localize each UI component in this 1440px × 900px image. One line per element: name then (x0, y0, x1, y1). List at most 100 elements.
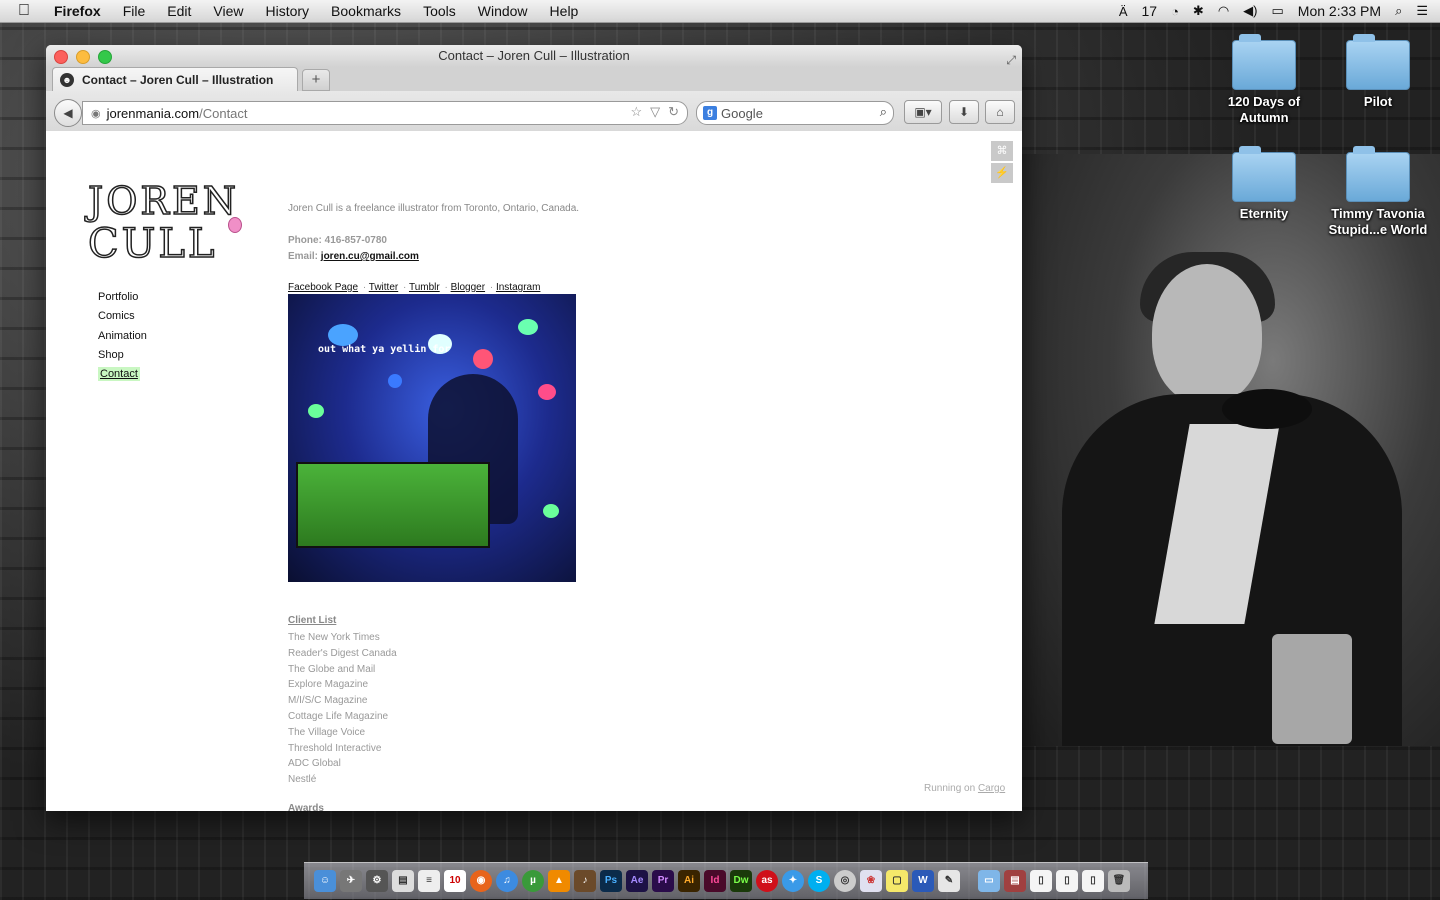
illustrator-icon[interactable]: Ai (678, 870, 700, 892)
window-titlebar[interactable]: Contact – Joren Cull – Illustration ⤢ (46, 45, 1022, 67)
photoshop-icon[interactable]: Ps (600, 870, 622, 892)
finder-icon[interactable]: ☺ (314, 870, 336, 892)
nav-portfolio[interactable]: Portfolio (98, 289, 147, 308)
blogger-link[interactable]: Blogger (451, 282, 485, 293)
notification-center-icon[interactable]: ☰ (1416, 3, 1428, 19)
downloads-button[interactable]: ⬇ (949, 100, 979, 124)
itunes-icon[interactable]: ♫ (496, 870, 518, 892)
nav-contact[interactable]: Contact (98, 366, 147, 385)
lastfm-icon[interactable]: as (756, 870, 778, 892)
nav-link[interactable]: Animation (98, 330, 147, 342)
nav-link[interactable]: Shop (98, 349, 124, 361)
notes-icon[interactable]: ≡ (418, 870, 440, 892)
zoom-button[interactable] (98, 50, 112, 64)
nav-link[interactable]: Portfolio (98, 291, 138, 303)
home-button[interactable]: ⌂ (985, 100, 1015, 124)
photos-icon[interactable]: ❀ (860, 870, 882, 892)
site-logo[interactable]: JOREN CULL (87, 178, 248, 271)
menu-window[interactable]: Window (478, 3, 528, 19)
desktop-folder-120-days[interactable]: 120 Days of Autumn (1209, 34, 1319, 126)
trash-icon[interactable]: 🗑 (1108, 870, 1130, 892)
browser-window: Contact – Joren Cull – Illustration ⤢ ☻ … (46, 45, 1022, 811)
nav-link-active[interactable]: Contact (98, 367, 140, 382)
page-side-tools: ⌘ ⚡ (991, 141, 1013, 185)
nav-comics[interactable]: Comics (98, 308, 147, 327)
karaoke-screen (296, 462, 490, 548)
menu-app-name[interactable]: Firefox (54, 3, 101, 19)
utorrent-icon[interactable]: µ (522, 870, 544, 892)
menu-tools[interactable]: Tools (423, 3, 456, 19)
close-button[interactable] (54, 50, 68, 64)
facebook-link[interactable]: Facebook Page (288, 282, 358, 293)
reload-icon[interactable]: ↻ (668, 104, 679, 120)
folder-icon (1346, 146, 1410, 202)
url-bar[interactable]: ◉ jorenmania.com /Contact ☆ ▽ ↻ (82, 101, 688, 125)
input-menu-icon[interactable]: Ä (1119, 4, 1128, 19)
bluetooth-icon[interactable]: ✱ (1193, 3, 1204, 19)
indesign-icon[interactable]: Id (704, 870, 726, 892)
document-icon[interactable]: ▯ (1082, 870, 1104, 892)
script-editor-icon[interactable]: ✎ (938, 870, 960, 892)
back-button[interactable]: ◀ (54, 99, 82, 127)
guitar-icon[interactable]: ♪ (574, 870, 596, 892)
nav-link[interactable]: Comics (98, 310, 135, 322)
menu-edit[interactable]: Edit (167, 3, 191, 19)
word-icon[interactable]: W (912, 870, 934, 892)
stack-icon[interactable]: ▤ (1004, 870, 1026, 892)
calendar-icon[interactable]: 10 (444, 870, 466, 892)
new-tab-button[interactable]: + (302, 69, 330, 91)
desktop-folder-pilot[interactable]: Pilot (1323, 34, 1433, 110)
search-bar[interactable]: g Google ⌕ (696, 101, 894, 125)
menu-file[interactable]: File (123, 3, 146, 19)
vlc-icon[interactable]: ▲ (548, 870, 570, 892)
menu-view[interactable]: View (213, 3, 243, 19)
document-icon[interactable]: ▯ (1030, 870, 1052, 892)
dreamweaver-icon[interactable]: Dw (730, 870, 752, 892)
firefox-icon[interactable]: ◉ (470, 870, 492, 892)
cargo-link[interactable]: Cargo (978, 783, 1005, 794)
bookmarks-menu-button[interactable]: ▣▾ (904, 100, 942, 124)
volume-icon[interactable]: ◀) (1243, 3, 1257, 19)
search-engine-icon[interactable]: g (703, 106, 717, 120)
tab-contact[interactable]: ☻ Contact – Joren Cull – Illustration (52, 67, 298, 92)
spotlight-icon[interactable]: ⌕ (1395, 3, 1402, 19)
search-icon[interactable]: ⌕ (880, 104, 887, 120)
nav-shop[interactable]: Shop (98, 347, 147, 366)
system-preferences-icon[interactable]: ⚙ (366, 870, 388, 892)
apple-menu-icon[interactable]:  (18, 3, 34, 19)
premiere-icon[interactable]: Pr (652, 870, 674, 892)
document-icon[interactable]: ▯ (1056, 870, 1078, 892)
skype-icon[interactable]: S (808, 870, 830, 892)
nav-animation[interactable]: Animation (98, 328, 147, 347)
status-counter[interactable]: 17 (1141, 3, 1157, 19)
menu-bookmarks[interactable]: Bookmarks (331, 3, 401, 19)
battery-icon[interactable]: ▭ (1272, 3, 1284, 19)
menu-help[interactable]: Help (550, 3, 579, 19)
history-dropdown-icon[interactable]: ▽ (650, 104, 660, 120)
instagram-link[interactable]: Instagram (496, 282, 540, 293)
menu-clock[interactable]: Mon 2:33 PM (1298, 3, 1381, 19)
tumblr-link[interactable]: Tumblr (409, 282, 440, 293)
dvd-player-icon[interactable]: ◎ (834, 870, 856, 892)
bookmark-star-icon[interactable]: ☆ (630, 104, 642, 120)
desktop-folder-eternity[interactable]: Eternity (1209, 146, 1319, 222)
email-link[interactable]: joren.cu@gmail.com (321, 251, 419, 262)
launchpad-icon[interactable]: ✈ (340, 870, 362, 892)
applications-folder-icon[interactable]: ▭ (978, 870, 1000, 892)
keyboard-shortcut-icon[interactable]: ⌘ (991, 141, 1013, 161)
lightning-icon[interactable]: ⚡ (991, 163, 1013, 183)
safari-icon[interactable]: ✦ (782, 870, 804, 892)
menu-history[interactable]: History (265, 3, 309, 19)
time-machine-icon[interactable]: ◔ (1171, 4, 1179, 19)
after-effects-icon[interactable]: Ae (626, 870, 648, 892)
desktop-folder-timmy[interactable]: Timmy Tavonia Stupid...e World (1323, 146, 1433, 238)
client-item: The Village Voice (288, 726, 366, 738)
wifi-icon[interactable]: ◠ (1218, 3, 1229, 19)
client-list-heading[interactable]: Client List (288, 615, 397, 626)
preview-icon[interactable]: ▤ (392, 870, 414, 892)
site-identity-icon[interactable]: ◉ (91, 107, 101, 120)
twitter-link[interactable]: Twitter (369, 282, 398, 293)
stickies-icon[interactable]: ▢ (886, 870, 908, 892)
karaoke-photo[interactable]: out what ya yellin for (288, 294, 576, 582)
minimize-button[interactable] (76, 50, 90, 64)
